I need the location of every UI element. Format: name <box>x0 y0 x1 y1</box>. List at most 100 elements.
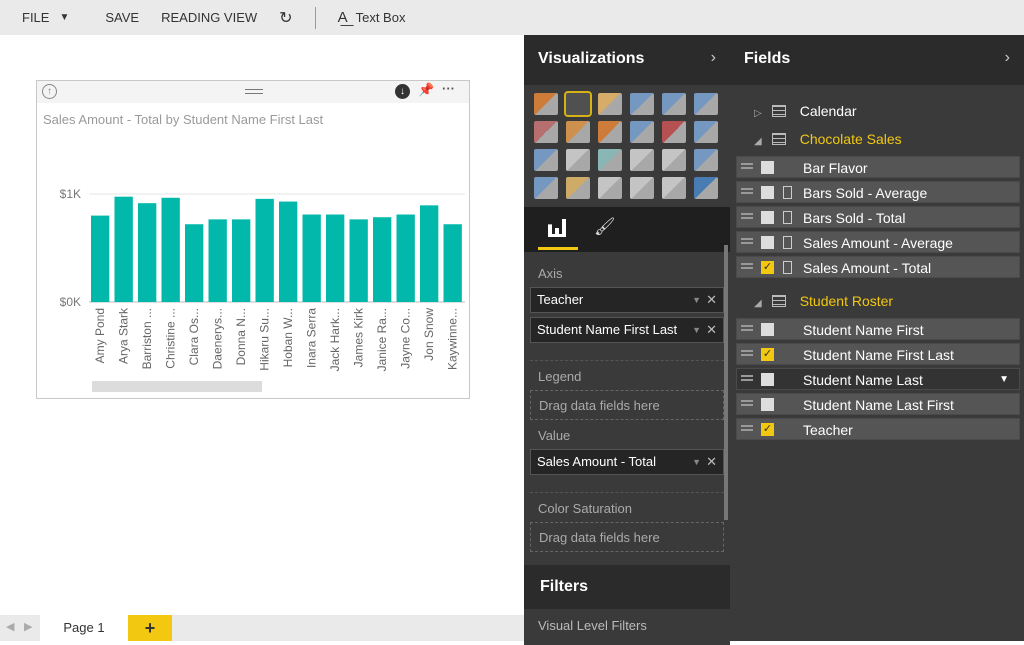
horizontal-scrollbar[interactable] <box>92 381 262 392</box>
drag-grip-icon[interactable] <box>741 188 753 194</box>
dropdown-icon[interactable]: ▼ <box>999 369 1009 391</box>
refresh-icon[interactable]: ↻ <box>279 8 292 28</box>
drag-grip-icon[interactable] <box>741 238 753 244</box>
remove-icon[interactable]: ✕ <box>706 288 717 312</box>
drag-grip-icon[interactable] <box>741 163 753 169</box>
add-page-button[interactable]: + <box>128 615 172 641</box>
table-chocolate-sales[interactable]: ◢Chocolate Sales <box>730 125 1024 153</box>
treemap-chart-icon[interactable] <box>566 149 590 171</box>
chevron-down-icon[interactable]: ▼ <box>59 12 69 23</box>
gauge-chart-icon[interactable] <box>566 177 590 199</box>
drag-grip-icon[interactable] <box>741 400 753 406</box>
multi-row-card-chart-icon[interactable] <box>598 177 622 199</box>
drill-up-icon[interactable]: ↑ <box>42 84 57 99</box>
file-menu[interactable]: FILE <box>22 10 49 25</box>
field-item[interactable]: ✓Sales Amount - Total <box>736 256 1020 278</box>
drag-grip-icon[interactable] <box>741 350 753 356</box>
drag-handle-icon[interactable] <box>245 89 263 94</box>
funnel-chart-icon[interactable] <box>534 177 558 199</box>
text-box-button[interactable]: Text Box <box>356 10 406 25</box>
format-paintbrush-icon[interactable]: 🖌 <box>594 217 616 237</box>
remove-icon[interactable]: ✕ <box>706 450 717 474</box>
fields-tab-icon[interactable] <box>548 219 566 237</box>
bar[interactable] <box>420 205 438 302</box>
stacked-column-chart-icon[interactable] <box>566 93 590 115</box>
donut-chart-icon[interactable] <box>694 177 718 199</box>
scroll-left-icon[interactable]: ◀ <box>6 620 14 633</box>
drag-grip-icon[interactable] <box>741 263 753 269</box>
axis-field-student-name[interactable]: Student Name First Last▼✕ <box>530 317 724 343</box>
field-item[interactable]: Bars Sold - Average <box>736 181 1020 203</box>
pie-chart-icon[interactable] <box>534 149 558 171</box>
bar[interactable] <box>279 202 297 302</box>
drag-grip-icon[interactable] <box>741 425 753 431</box>
clustered-bar-chart-icon[interactable] <box>598 93 622 115</box>
clustered-column-chart-icon[interactable] <box>630 93 654 115</box>
ribbon-chart-icon[interactable] <box>662 121 686 143</box>
bar[interactable] <box>444 224 462 302</box>
table-calendar[interactable]: ▷Calendar <box>730 97 1024 125</box>
drag-grip-icon[interactable] <box>741 325 753 331</box>
slicer-chart-icon[interactable] <box>662 177 686 199</box>
table-student-roster[interactable]: ◢Student Roster <box>730 287 1024 315</box>
collapse-chevron-icon[interactable]: › <box>1005 49 1010 67</box>
bar[interactable] <box>185 224 203 302</box>
matrix-chart-icon[interactable] <box>662 149 686 171</box>
line-clustered-chart-icon[interactable] <box>630 121 654 143</box>
field-checkbox[interactable]: ✓ <box>761 423 774 436</box>
page-tab-1[interactable]: Page 1 <box>40 615 128 641</box>
expanded-triangle-icon[interactable]: ◢ <box>754 298 762 309</box>
field-item[interactable]: Sales Amount - Average <box>736 231 1020 253</box>
field-item[interactable]: ✓Teacher <box>736 418 1020 440</box>
visual-level-filters[interactable]: Visual Level Filters <box>524 609 730 645</box>
value-field[interactable]: Sales Amount - Total▼✕ <box>530 449 724 475</box>
table-chart-icon[interactable] <box>630 149 654 171</box>
field-checkbox[interactable] <box>761 211 774 224</box>
bar[interactable] <box>397 215 415 302</box>
save-button[interactable]: SAVE <box>105 10 139 25</box>
bar[interactable] <box>162 198 180 302</box>
field-item[interactable]: Bars Sold - Total <box>736 206 1020 228</box>
field-checkbox[interactable] <box>761 323 774 336</box>
field-item[interactable]: ✓Student Name First Last <box>736 343 1020 365</box>
bar[interactable] <box>373 217 391 302</box>
100-column-chart-icon[interactable] <box>694 93 718 115</box>
collapse-chevron-icon[interactable]: › <box>711 49 716 67</box>
color-saturation-drop-zone[interactable]: Drag data fields here <box>530 522 724 552</box>
field-item[interactable]: Student Name First <box>736 318 1020 340</box>
dropdown-icon[interactable]: ▼ <box>692 288 701 312</box>
bar-chart-visual[interactable]: ↑ ↓ 📌 ··· Sales Amount - Total by Studen… <box>36 80 470 399</box>
dropdown-icon[interactable]: ▼ <box>692 450 701 474</box>
bar[interactable] <box>303 215 321 302</box>
field-item[interactable]: Student Name Last First <box>736 393 1020 415</box>
field-checkbox[interactable] <box>761 161 774 174</box>
axis-field-teacher[interactable]: Teacher▼✕ <box>530 287 724 313</box>
pin-icon[interactable]: 📌 <box>418 82 434 98</box>
more-options-icon[interactable]: ··· <box>442 81 455 96</box>
bar[interactable] <box>91 216 109 302</box>
dropdown-icon[interactable]: ▼ <box>692 318 701 342</box>
field-checkbox[interactable]: ✓ <box>761 348 774 361</box>
scatter-chart-icon[interactable] <box>694 121 718 143</box>
area-chart-icon[interactable] <box>566 121 590 143</box>
field-checkbox[interactable] <box>761 236 774 249</box>
field-checkbox[interactable] <box>761 373 774 386</box>
legend-drop-zone[interactable]: Drag data fields here <box>530 390 724 420</box>
field-checkbox[interactable] <box>761 398 774 411</box>
wells-scrollbar[interactable] <box>724 245 728 520</box>
field-item[interactable]: Bar Flavor <box>736 156 1020 178</box>
reading-view-button[interactable]: READING VIEW <box>161 10 257 25</box>
bar[interactable] <box>115 197 133 302</box>
field-checkbox[interactable] <box>761 186 774 199</box>
drill-down-icon[interactable]: ↓ <box>395 84 410 99</box>
remove-icon[interactable]: ✕ <box>706 318 717 342</box>
filled-map-chart-icon[interactable] <box>694 149 718 171</box>
line-chart-icon[interactable] <box>534 121 558 143</box>
bar[interactable] <box>209 219 227 302</box>
line-column-chart-icon[interactable] <box>598 121 622 143</box>
field-item[interactable]: Student Name Last▼ <box>736 368 1020 390</box>
expanded-triangle-icon[interactable]: ◢ <box>754 136 762 147</box>
bar[interactable] <box>326 215 344 302</box>
map-chart-icon[interactable] <box>598 149 622 171</box>
bar[interactable] <box>256 199 274 302</box>
